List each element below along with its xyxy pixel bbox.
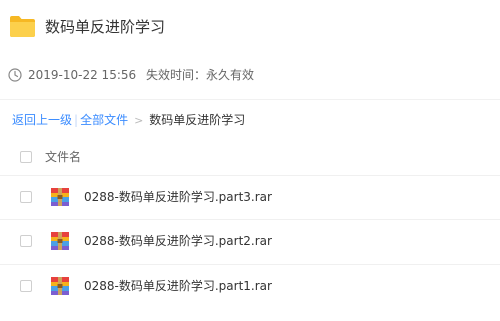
all-files-link[interactable]: 全部文件 bbox=[80, 113, 128, 127]
table-row[interactable]: 0288-数码单反进阶学习.part3.rar bbox=[0, 175, 500, 219]
breadcrumb-current: 数码单反进阶学习 bbox=[149, 113, 246, 127]
expire-time: 失效时间：永久有效 bbox=[146, 68, 255, 82]
row-divider bbox=[0, 264, 500, 265]
breadcrumb-separator: | bbox=[74, 113, 79, 127]
file-name[interactable]: 0288-数码单反进阶学习.part2.rar bbox=[84, 231, 272, 251]
rar-archive-icon bbox=[51, 232, 69, 250]
divider bbox=[0, 99, 500, 100]
table-row[interactable]: 0288-数码单反进阶学习.part2.rar bbox=[0, 219, 500, 263]
share-date: 2019-10-22 15:56 bbox=[28, 68, 137, 82]
chevron-right-icon: > bbox=[134, 114, 144, 127]
breadcrumb: 返回上一级 | 全部文件 > 数码单反进阶学习 bbox=[12, 111, 245, 130]
row-checkbox[interactable] bbox=[20, 191, 32, 203]
rar-archive-icon bbox=[51, 188, 69, 206]
column-header-filename[interactable]: 文件名 bbox=[45, 148, 81, 166]
file-name[interactable]: 0288-数码单反进阶学习.part3.rar bbox=[84, 187, 272, 207]
table-row[interactable]: 0288-数码单反进阶学习.part1.rar bbox=[0, 264, 500, 308]
folder-header: 数码单反进阶学习 bbox=[0, 0, 500, 56]
folder-icon bbox=[10, 16, 35, 37]
row-checkbox[interactable] bbox=[20, 235, 32, 247]
row-divider bbox=[0, 219, 500, 220]
back-link[interactable]: 返回上一级 bbox=[12, 113, 72, 127]
row-checkbox[interactable] bbox=[20, 280, 32, 292]
clock-icon bbox=[8, 68, 22, 82]
folder-title: 数码单反进阶学习 bbox=[45, 18, 166, 36]
column-header-row: 文件名 bbox=[0, 141, 500, 175]
file-name[interactable]: 0288-数码单反进阶学习.part1.rar bbox=[84, 276, 272, 296]
select-all-checkbox[interactable] bbox=[20, 151, 32, 163]
row-divider bbox=[0, 175, 500, 176]
rar-archive-icon bbox=[51, 277, 69, 295]
